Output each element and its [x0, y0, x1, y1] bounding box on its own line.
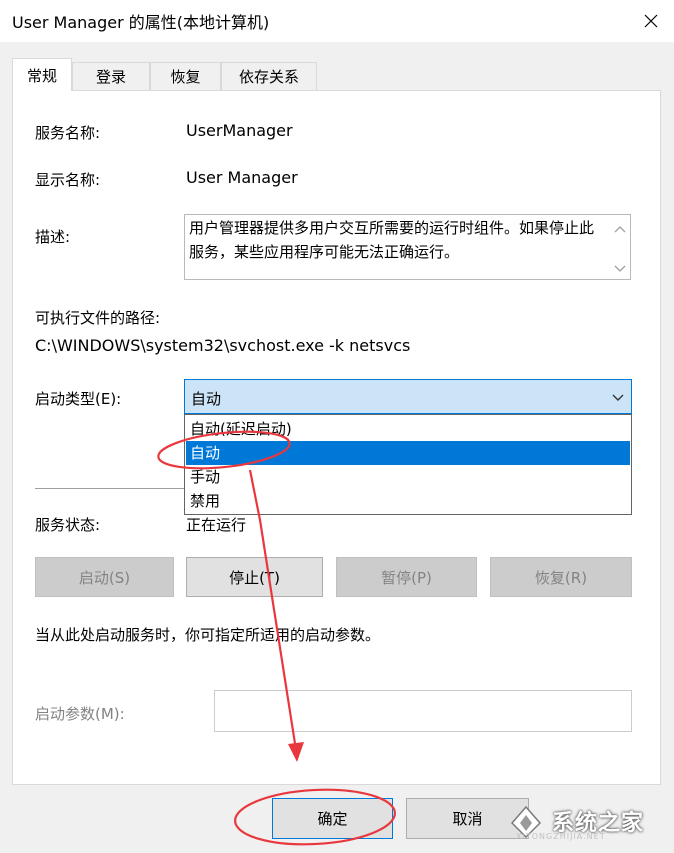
option-auto[interactable]: 自动	[186, 441, 630, 465]
option-label: 自动	[190, 444, 221, 462]
exe-path-value: C:\WINDOWS\system32\svchost.exe -k netsv…	[35, 336, 411, 355]
option-label: 自动(延迟启动)	[190, 420, 292, 438]
option-auto-delayed[interactable]: 自动(延迟启动)	[186, 417, 630, 441]
scroll-up-button[interactable]	[613, 222, 627, 236]
resume-button[interactable]: 恢复(R)	[490, 557, 632, 597]
start-params-input[interactable]	[214, 690, 632, 732]
startup-type-select[interactable]: 自动	[184, 379, 632, 414]
option-label: 禁用	[190, 492, 221, 510]
start-button[interactable]: 启动(S)	[35, 557, 174, 597]
startup-type-label: 启动类型(E):	[35, 390, 122, 408]
resume-button-label: 恢复(R)	[534, 568, 588, 587]
cancel-button-label: 取消	[452, 810, 483, 828]
close-icon	[644, 14, 658, 28]
ok-button[interactable]: 确定	[272, 798, 393, 839]
start-button-label: 启动(S)	[78, 568, 131, 587]
description-text: 用户管理器提供多用户交互所需要的运行时组件。如果停止此服务，某些应用程序可能无法…	[189, 219, 595, 261]
option-label: 手动	[190, 468, 221, 486]
tab-label: 恢复	[170, 68, 201, 86]
ok-button-label: 确定	[317, 810, 348, 828]
watermark-subtext: XITONGZHIJIA.NET	[516, 832, 606, 841]
title-bar: User Manager 的属性(本地计算机)	[0, 0, 674, 42]
start-params-hint: 当从此处启动服务时，你可指定所适用的启动参数。	[35, 626, 381, 644]
option-manual[interactable]: 手动	[186, 465, 630, 489]
startup-type-selected: 自动	[191, 390, 222, 408]
service-name-label: 服务名称:	[35, 124, 101, 142]
startup-type-dropdown: 自动(延迟启动) 自动 手动 禁用	[184, 414, 632, 515]
service-status-value: 正在运行	[186, 516, 247, 534]
stop-button-label: 停止(T)	[229, 568, 280, 587]
description-label: 描述:	[35, 228, 71, 246]
tab-dependencies[interactable]: 依存关系	[221, 62, 317, 90]
tab-label: 登录	[95, 68, 126, 86]
display-name-value: User Manager	[186, 168, 298, 187]
option-disabled[interactable]: 禁用	[186, 489, 630, 513]
window-title: User Manager 的属性(本地计算机)	[12, 13, 270, 32]
tab-general[interactable]: 常规	[12, 58, 72, 91]
stop-button[interactable]: 停止(T)	[186, 557, 323, 597]
chevron-down-icon	[612, 394, 624, 401]
close-button[interactable]	[628, 0, 674, 42]
scroll-down-button[interactable]	[613, 262, 627, 276]
watermark-logo: 系统之家 XITONGZHIJIA.NET	[506, 796, 670, 846]
tab-recovery[interactable]: 恢复	[150, 62, 221, 90]
chevron-up-icon	[614, 226, 626, 233]
service-name-value: UserManager	[186, 121, 293, 140]
pause-button[interactable]: 暂停(P)	[336, 557, 477, 597]
exe-path-label: 可执行文件的路径:	[35, 309, 161, 327]
chevron-down-icon	[614, 265, 626, 272]
description-textbox[interactable]: 用户管理器提供多用户交互所需要的运行时组件。如果停止此服务，某些应用程序可能无法…	[184, 214, 631, 280]
display-name-label: 显示名称:	[35, 171, 101, 189]
tab-label: 依存关系	[238, 68, 299, 86]
service-status-label: 服务状态:	[35, 516, 101, 534]
pause-button-label: 暂停(P)	[381, 568, 432, 587]
tab-label: 常规	[26, 66, 57, 85]
start-params-label: 启动参数(M):	[35, 705, 125, 723]
tab-logon[interactable]: 登录	[72, 62, 150, 90]
